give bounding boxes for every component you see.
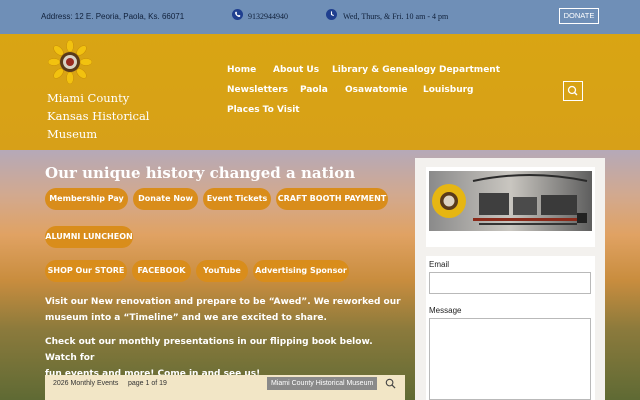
flipbook-page-indicator: page 1 of 19 (128, 380, 167, 387)
museum-banner-card (426, 167, 595, 247)
nav-item-library-genealogy[interactable]: Library & Genealogy Department (332, 65, 500, 75)
site-header: Miami County Kansas Historical Museum Ho… (0, 34, 640, 150)
flipbook-publisher-tag[interactable]: Miami County Historical Museum (267, 377, 378, 390)
paragraph-line: Check out our monthly presentations in o… (45, 337, 373, 363)
nav-item-osawatomie[interactable]: Osawatomie (345, 85, 408, 95)
event-tickets-button[interactable]: Event Tickets (203, 188, 271, 210)
nav-item-about-us[interactable]: About Us (273, 65, 319, 75)
craft-booth-payment-button[interactable]: CRAFT BOOTH PAYMENT (276, 188, 388, 210)
flipbook-toolbar: 2026 Monthly Events page 1 of 19 Miami C… (45, 375, 405, 400)
site-name-line: Miami County (47, 91, 130, 105)
site-name-line: Kansas Historical (47, 109, 150, 123)
phone-icon (232, 9, 243, 20)
sunflower-logo-icon[interactable] (48, 40, 92, 84)
advertising-sponsor-button[interactable]: Advertising Sponsor (253, 260, 349, 282)
nav-item-newsletters[interactable]: Newsletters (227, 85, 288, 95)
hours-text: Wed, Thurs, & Fri. 10 am - 4 pm (343, 12, 449, 21)
alumni-luncheon-button[interactable]: ALUMNI LUNCHEON (45, 226, 133, 248)
site-name-line: Museum (47, 127, 98, 141)
search-button[interactable] (563, 81, 583, 101)
donate-now-button[interactable]: Donate Now (133, 188, 198, 210)
sidebar: Email Message (415, 158, 605, 400)
email-label: Email (429, 260, 450, 269)
paragraph-line: Visit our New renovation and prepare to … (45, 297, 401, 307)
nav-item-home[interactable]: Home (227, 65, 256, 75)
search-icon[interactable] (385, 378, 396, 389)
shop-our-store-button[interactable]: SHOP Our STORE (45, 260, 127, 282)
paragraph-line: museum into a “Timeline” and we are exci… (45, 313, 327, 323)
nav-item-paola[interactable]: Paola (300, 85, 328, 95)
site-name[interactable]: Miami County Kansas Historical Museum (47, 89, 167, 143)
youtube-button[interactable]: YouTube (196, 260, 248, 282)
donate-button[interactable]: DONATE (559, 8, 599, 24)
email-field[interactable] (429, 272, 591, 294)
message-field[interactable] (429, 318, 591, 400)
renovation-paragraph: Visit our New renovation and prepare to … (45, 294, 405, 326)
clock-icon (326, 9, 337, 20)
contact-form: Email Message (426, 256, 595, 400)
top-info-bar: Address: 12 E. Peoria, Paola, Ks. 66071 … (0, 0, 640, 34)
facebook-button[interactable]: FACEBOOK (132, 260, 191, 282)
hero-title: Our unique history changed a nation (45, 164, 356, 182)
message-label: Message (429, 306, 462, 315)
flipbook-title: 2026 Monthly Events (53, 380, 119, 387)
phone-number[interactable]: 9132944940 (248, 12, 288, 21)
search-icon (567, 85, 578, 96)
address-text: Address: 12 E. Peoria, Paola, Ks. 66071 (41, 12, 185, 21)
nav-item-places-to-visit[interactable]: Places To Visit (227, 105, 300, 115)
nav-item-louisburg[interactable]: Louisburg (423, 85, 474, 95)
museum-banner-image[interactable] (429, 171, 592, 231)
membership-pay-button[interactable]: Membership Pay (45, 188, 128, 210)
